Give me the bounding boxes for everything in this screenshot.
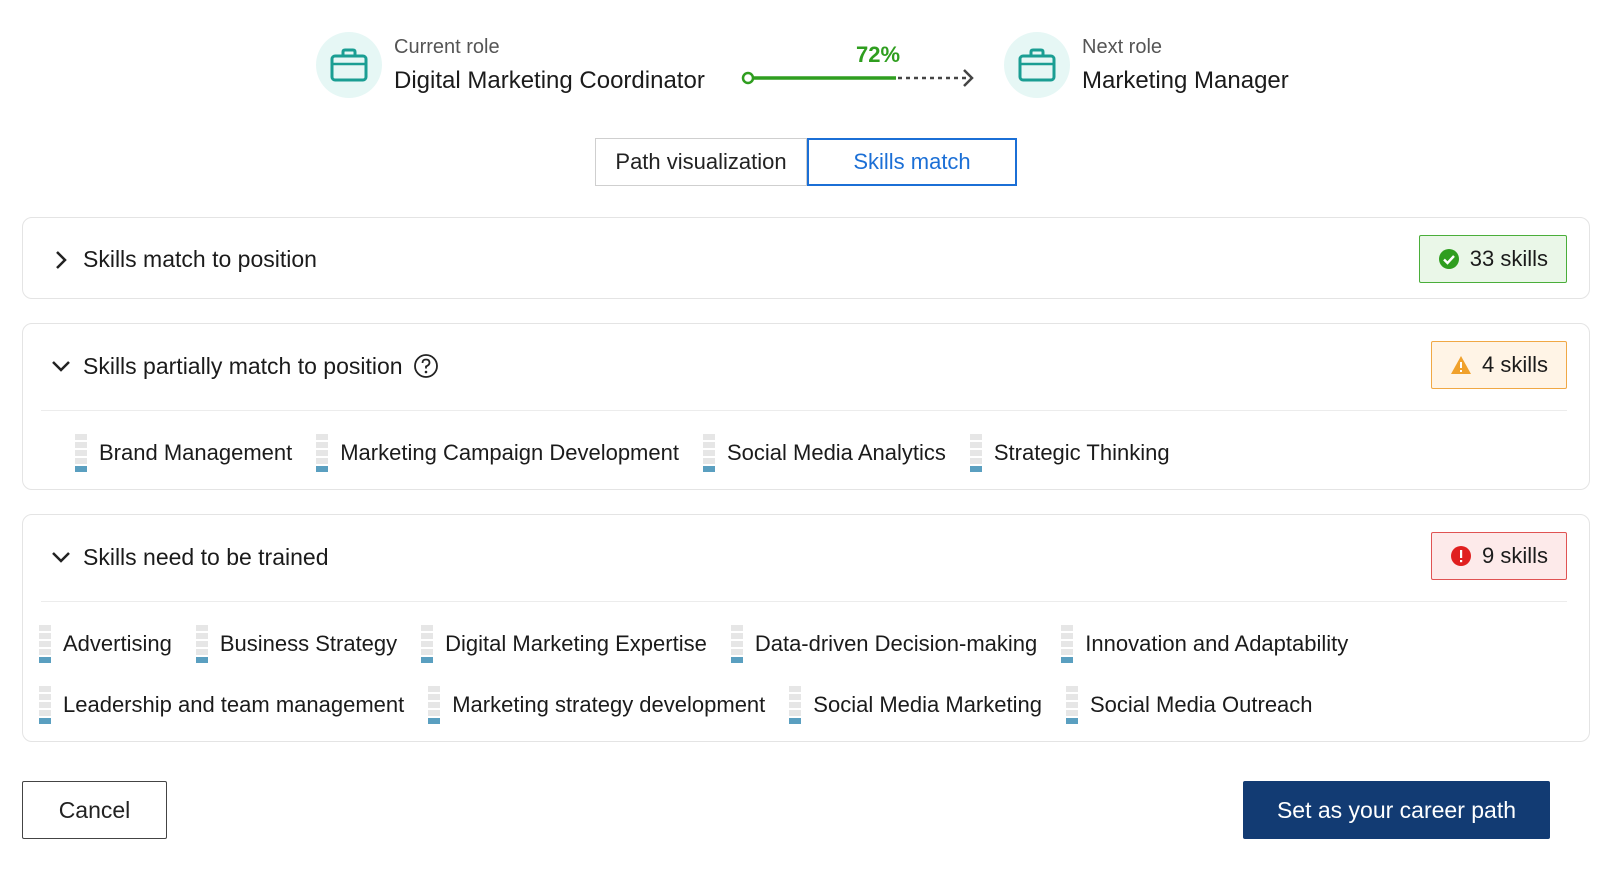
skills-partial-title-text: Skills partially match to position	[83, 352, 403, 379]
skills-train-header[interactable]: Skills need to be trained 9 skills	[23, 515, 1589, 599]
next-role: Next role Marketing Manager	[1004, 32, 1289, 98]
skill-item: Data-driven Decision-making	[730, 625, 1038, 663]
skill-level-indicator	[730, 625, 743, 663]
skill-label: Advertising	[63, 631, 172, 656]
next-role-label: Next role	[1082, 35, 1163, 58]
skill-level-indicator	[1061, 625, 1074, 663]
check-circle-icon	[1438, 249, 1459, 269]
skill-level-indicator	[969, 434, 982, 472]
skill-item: Social Media Marketing	[789, 686, 1042, 724]
skill-level-indicator	[421, 625, 434, 663]
skill-label: Social Media Marketing	[813, 692, 1042, 717]
skills-match-title: Skills match to position	[83, 245, 317, 272]
progress-arrow	[741, 69, 974, 87]
skill-item: Business Strategy	[195, 625, 398, 663]
skills-partial-count: 4 skills	[1481, 352, 1548, 377]
role-path-header: Current role Digital Marketing Coordinat…	[0, 32, 1600, 104]
skills-train-panel: Skills need to be trained 9 skills Adver…	[22, 514, 1590, 742]
chevron-down-icon[interactable]	[49, 354, 73, 378]
set-career-path-button[interactable]: Set as your career path	[1243, 781, 1550, 839]
skills-train-count: 9 skills	[1481, 543, 1548, 568]
error-circle-icon	[1450, 546, 1471, 566]
skills-partial-panel: Skills partially match to position 4 ski…	[22, 323, 1590, 490]
skill-label: Data-driven Decision-making	[754, 631, 1038, 656]
skills-partial-badge: 4 skills	[1430, 341, 1567, 389]
cancel-button[interactable]: Cancel	[22, 781, 167, 839]
skill-label: Leadership and team management	[63, 692, 405, 717]
skills-train-list-row1: Advertising Business Strategy Digital Ma…	[39, 625, 1372, 663]
divider	[41, 601, 1567, 602]
chevron-down-icon[interactable]	[49, 545, 73, 569]
skill-label: Business Strategy	[219, 631, 398, 656]
skill-level-indicator	[789, 686, 802, 724]
current-role-label: Current role	[394, 35, 500, 58]
skill-level-indicator	[75, 434, 87, 472]
briefcase-icon	[1004, 32, 1070, 98]
skill-level-indicator	[1065, 686, 1078, 724]
progress-percent: 72%	[855, 42, 901, 67]
skills-match-panel: Skills match to position 33 skills	[22, 217, 1590, 299]
career-path-skills-dialog: Current role Digital Marketing Coordinat…	[0, 0, 1600, 885]
skill-item: Brand Management	[75, 434, 292, 472]
skill-item: Marketing strategy development	[428, 686, 765, 724]
skill-label: Strategic Thinking	[993, 440, 1170, 465]
role-progress: 72%	[740, 38, 1000, 98]
skills-match-badge: 33 skills	[1418, 235, 1567, 283]
skill-label: Brand Management	[99, 440, 293, 465]
skills-partial-header[interactable]: Skills partially match to position 4 ski…	[23, 324, 1589, 408]
skill-label: Social Media Analytics	[726, 440, 946, 465]
help-circle-icon[interactable]	[413, 353, 439, 379]
skill-label: Innovation and Adaptability	[1085, 631, 1349, 656]
next-role-title: Marketing Manager	[1082, 66, 1289, 94]
current-role-title: Digital Marketing Coordinator	[394, 66, 705, 94]
skills-train-list-row2: Leadership and team management Marketing…	[39, 686, 1337, 724]
skill-item: Social Media Analytics	[702, 434, 946, 472]
skill-label: Social Media Outreach	[1089, 692, 1313, 717]
skill-item: Innovation and Adaptability	[1061, 625, 1348, 663]
warning-icon	[1450, 356, 1471, 374]
skill-item: Strategic Thinking	[969, 434, 1170, 472]
skill-item: Leadership and team management	[39, 686, 404, 724]
skill-item: Digital Marketing Expertise	[421, 625, 707, 663]
current-role: Current role Digital Marketing Coordinat…	[316, 32, 705, 98]
skill-level-indicator	[39, 686, 51, 724]
skills-match-count: 33 skills	[1469, 246, 1548, 271]
skill-label: Marketing strategy development	[452, 692, 766, 717]
skill-level-indicator	[702, 434, 715, 472]
skill-level-indicator	[428, 686, 441, 724]
skill-level-indicator	[195, 625, 208, 663]
chevron-right-icon[interactable]	[49, 248, 73, 272]
divider	[41, 410, 1567, 411]
skill-label: Digital Marketing Expertise	[445, 631, 707, 656]
briefcase-icon	[316, 32, 382, 98]
skill-item: Social Media Outreach	[1065, 686, 1313, 724]
skill-level-indicator	[316, 434, 329, 472]
skills-partial-title: Skills partially match to position	[83, 353, 439, 380]
tab-path-visualization[interactable]: Path visualization	[595, 138, 807, 186]
skill-item: Marketing Campaign Development	[316, 434, 679, 472]
view-tabs: Path visualization Skills match	[595, 138, 1017, 186]
skills-match-header[interactable]: Skills match to position 33 skills	[23, 218, 1589, 300]
skills-partial-list: Brand Management Marketing Campaign Deve…	[75, 434, 1194, 472]
skill-level-indicator	[39, 625, 51, 663]
skill-label: Marketing Campaign Development	[340, 440, 679, 465]
tab-skills-match[interactable]: Skills match	[807, 138, 1017, 186]
skills-train-title: Skills need to be trained	[83, 543, 329, 570]
skill-item: Advertising	[39, 625, 172, 663]
skills-train-badge: 9 skills	[1430, 532, 1567, 580]
